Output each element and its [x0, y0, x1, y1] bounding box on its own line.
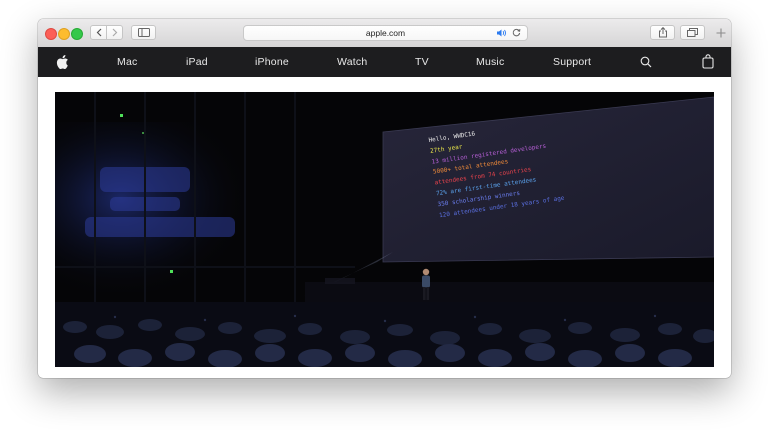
reload-icon[interactable] [512, 28, 521, 37]
url-text: apple.com [365, 28, 406, 38]
speaker-icon[interactable] [497, 29, 507, 37]
sidebar-toggle-button[interactable] [131, 25, 156, 40]
nav-item-watch[interactable]: Watch [337, 47, 367, 77]
search-icon[interactable] [640, 56, 652, 68]
close-window-button[interactable] [45, 28, 57, 40]
nav-item-support[interactable]: Support [553, 47, 591, 77]
share-icon [658, 27, 667, 38]
share-button[interactable] [650, 25, 675, 40]
apple-logo-icon[interactable] [56, 55, 69, 69]
browser-window: apple.com Mac iPad iPhone Watch TV Music… [38, 19, 731, 378]
minimize-window-button[interactable] [58, 28, 70, 40]
fullscreen-window-button[interactable] [71, 28, 83, 40]
nav-item-tv[interactable]: TV [415, 47, 429, 77]
nav-item-mac[interactable]: Mac [117, 47, 137, 77]
keynote-slide-text: Hello, WWDC16 27th year 13 million regis… [428, 118, 565, 221]
back-button[interactable] [90, 25, 107, 40]
hero-image[interactable]: Hello, WWDC16 27th year 13 million regis… [55, 92, 714, 367]
nav-item-iphone[interactable]: iPhone [255, 47, 289, 77]
chevron-right-icon [112, 28, 117, 37]
address-bar[interactable]: apple.com [243, 25, 528, 41]
show-tabs-button[interactable] [680, 25, 705, 40]
nav-item-ipad[interactable]: iPad [186, 47, 208, 77]
new-tab-button[interactable] [710, 24, 731, 42]
site-nav: Mac iPad iPhone Watch TV Music Support [38, 47, 731, 77]
nav-item-music[interactable]: Music [476, 47, 504, 77]
sidebar-icon [137, 28, 150, 37]
keynote-stage-photo [55, 92, 714, 367]
bag-icon[interactable] [702, 54, 714, 69]
tabs-icon [687, 28, 698, 37]
browser-toolbar: apple.com [38, 19, 731, 48]
plus-icon [716, 28, 725, 38]
forward-button[interactable] [106, 25, 123, 40]
chevron-left-icon [96, 28, 101, 37]
